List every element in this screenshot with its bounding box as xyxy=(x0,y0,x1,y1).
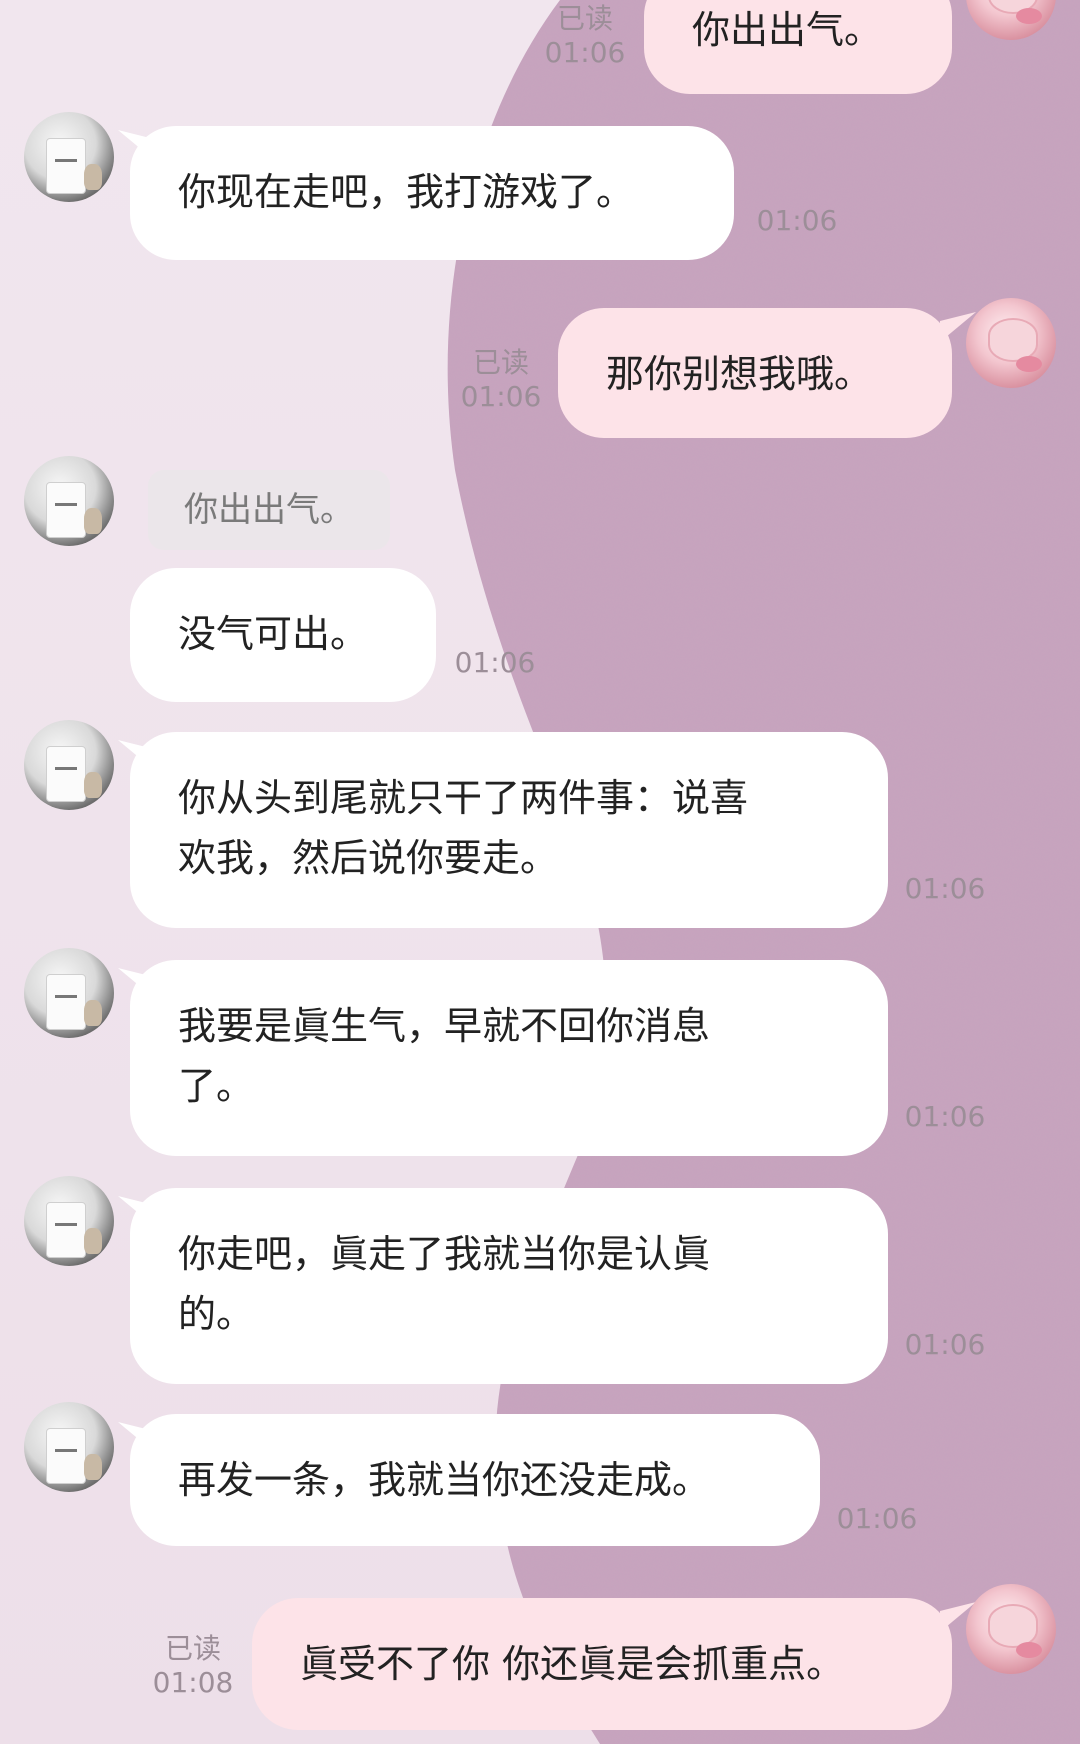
message-meta: 已读 01:08 xyxy=(148,1632,238,1700)
avatar-contact[interactable] xyxy=(24,948,114,1038)
message-text: 你现在走吧，我打游戏了。 xyxy=(178,170,635,214)
avatar-contact[interactable] xyxy=(24,720,114,810)
message-bubble-outgoing[interactable]: 你出出气。 xyxy=(644,0,952,94)
message-bubble-outgoing[interactable]: 那你别想我哦。 xyxy=(558,308,952,438)
message-bubble-incoming[interactable]: 你现在走吧，我打游戏了。 xyxy=(130,126,734,260)
message-bubble-incoming[interactable]: 没气可出。 xyxy=(130,568,436,702)
message-time: 01:06 xyxy=(904,1328,986,1361)
message-time: 01:06 xyxy=(756,204,838,237)
message-time: 01:06 xyxy=(460,380,542,413)
avatar-contact[interactable] xyxy=(24,112,114,202)
message-text: 眞受不了你 你还眞是会抓重点。 xyxy=(300,1642,845,1686)
avatar-contact[interactable] xyxy=(24,1176,114,1266)
message-text: 没气可出。 xyxy=(178,612,369,656)
message-time: 01:06 xyxy=(904,1100,986,1133)
avatar-contact[interactable] xyxy=(24,1402,114,1492)
message-time: 01:06 xyxy=(454,646,536,679)
message-time: 01:06 xyxy=(836,1502,918,1535)
message-time: 01:06 xyxy=(904,872,986,905)
quoted-message[interactable]: 你出出气。 xyxy=(148,470,390,550)
read-status: 已读 xyxy=(472,346,529,379)
message-bubble-outgoing[interactable]: 眞受不了你 你还眞是会抓重点。 xyxy=(252,1598,952,1730)
message-time: 01:06 xyxy=(544,36,626,69)
avatar-self[interactable] xyxy=(966,298,1056,388)
message-text: 那你别想我哦。 xyxy=(606,352,873,396)
message-bubble-incoming[interactable]: 再发一条，我就当你还没走成。 xyxy=(130,1414,820,1546)
avatar-self[interactable] xyxy=(966,0,1056,40)
message-meta: 已读 01:06 xyxy=(456,346,546,414)
message-bubble-incoming[interactable]: 你走吧，眞走了我就当你是认眞 的。 xyxy=(130,1188,888,1384)
message-time: 01:08 xyxy=(152,1666,234,1699)
message-bubble-incoming[interactable]: 我要是眞生气，早就不回你消息 了。 xyxy=(130,960,888,1156)
read-status: 已读 xyxy=(556,2,613,35)
message-text: 再发一条，我就当你还没走成。 xyxy=(178,1458,711,1502)
message-text: 你从头到尾就只干了两件事：说喜 欢我，然后说你要走。 xyxy=(178,776,749,880)
message-text: 我要是眞生气，早就不回你消息 了。 xyxy=(178,1004,711,1108)
message-text: 你走吧，眞走了我就当你是认眞 的。 xyxy=(178,1232,711,1336)
read-status: 已读 xyxy=(164,1632,221,1665)
chat-thread[interactable]: 已读 01:06 你出出气。 你现在走吧，我打游戏了。 01:06 已读 01:… xyxy=(0,0,1080,1744)
message-text: 你出出气。 xyxy=(692,8,883,52)
message-meta: 已读 01:06 xyxy=(540,2,630,70)
avatar-self[interactable] xyxy=(966,1584,1056,1674)
message-bubble-incoming[interactable]: 你从头到尾就只干了两件事：说喜 欢我，然后说你要走。 xyxy=(130,732,888,928)
avatar-contact[interactable] xyxy=(24,456,114,546)
